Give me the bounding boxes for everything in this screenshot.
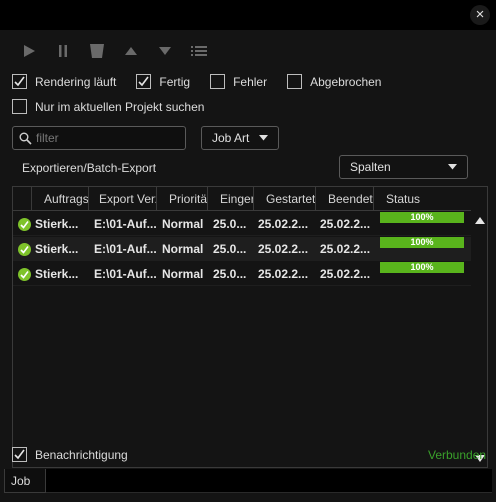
notification-row: Benachrichtigung: [12, 447, 148, 462]
priority-cell: Normal: [162, 241, 204, 256]
started-cell: 25.02.2...: [258, 266, 309, 281]
current-project-checkbox[interactable]: [12, 99, 27, 114]
job-type-dropdown[interactable]: Job Art: [201, 126, 279, 150]
column-header-name[interactable]: Auftrags: [32, 187, 89, 211]
trash-icon: [90, 44, 104, 58]
rendering-checkbox[interactable]: [12, 74, 27, 89]
search-icon: [19, 132, 32, 145]
command-field[interactable]: [46, 469, 492, 493]
move-up-icon: [125, 47, 137, 55]
checkmark-icon: [138, 76, 150, 87]
status-cell: [13, 237, 32, 261]
abgebrochen-label: Abgebrochen: [310, 74, 382, 89]
connection-status: Verbunden: [428, 448, 487, 462]
vertical-scrollbar[interactable]: [473, 211, 487, 467]
export-dir-cell: E:\01-Auf...: [94, 241, 157, 256]
column-header-submitted[interactable]: Einger: [208, 187, 254, 211]
play-icon: [24, 45, 35, 57]
started-cell: 25.02.2...: [258, 241, 309, 256]
table-row[interactable]: Stierk... E:\01-Auf... Normal 25.0... 25…: [13, 236, 471, 261]
progress-cell: 100%: [374, 261, 471, 286]
fertig-label: Fertig: [159, 74, 191, 89]
priority-cell: Normal: [162, 216, 204, 231]
title-bar: ×: [0, 0, 496, 30]
close-icon: ×: [475, 6, 485, 23]
fertig-checkbox[interactable]: [136, 74, 152, 89]
export-dir-cell: E:\01-Auf...: [94, 266, 157, 281]
status-cell: [13, 262, 32, 286]
bottom-bar: Job: [0, 469, 496, 502]
project-filter-row: Nur im aktuellen Projekt suchen: [12, 99, 224, 114]
column-header-priority[interactable]: Prioritä: [157, 187, 208, 211]
job-name-cell: Stierk...: [35, 216, 79, 231]
checkmark-icon: [14, 76, 25, 87]
list-button[interactable]: [182, 40, 216, 62]
columns-dropdown[interactable]: Spalten: [339, 155, 468, 179]
chevron-down-icon: [259, 135, 268, 141]
search-box: [12, 126, 186, 150]
job-type-label: Job Art: [212, 131, 250, 145]
table-row[interactable]: Stierk... E:\01-Auf... Normal 25.0... 25…: [13, 261, 471, 286]
priority-cell: Normal: [162, 266, 204, 281]
progress-bar: 100%: [380, 236, 464, 248]
move-down-button[interactable]: [148, 40, 182, 62]
check-circle-icon: [18, 267, 31, 281]
search-input[interactable]: [36, 131, 176, 145]
submitted-cell: 25.0...: [213, 266, 247, 281]
play-button[interactable]: [12, 40, 46, 62]
submitted-cell: 25.0...: [213, 216, 247, 231]
job-name-cell: Stierk...: [35, 266, 79, 281]
columns-label: Spalten: [350, 160, 391, 174]
abgebrochen-checkbox[interactable]: [287, 74, 303, 89]
tab-job[interactable]: Job: [4, 469, 46, 493]
section-title: Exportieren/Batch-Export: [22, 161, 157, 175]
check-circle-icon: [18, 242, 31, 256]
column-header-icon[interactable]: [13, 187, 32, 211]
pause-icon: [59, 45, 67, 57]
fehler-label: Fehler: [233, 74, 268, 89]
move-up-button[interactable]: [114, 40, 148, 62]
table-row[interactable]: Stierk... E:\01-Auf... Normal 25.0... 25…: [13, 211, 471, 236]
progress-bar: 100%: [380, 211, 464, 223]
move-down-icon: [159, 47, 171, 55]
progress-cell: 100%: [374, 211, 471, 236]
progress-bar: 100%: [380, 261, 464, 273]
status-filter-row: Rendering läuft Fertig Fehler Abgebroche…: [12, 74, 401, 89]
render-queue-panel: Rendering läuft Fertig Fehler Abgebroche…: [0, 30, 496, 502]
submitted-cell: 25.0...: [213, 241, 247, 256]
progress-cell: 100%: [374, 236, 471, 261]
ended-cell: 25.02.2...: [320, 266, 371, 281]
column-header-ended[interactable]: Beendet: [316, 187, 374, 211]
column-header-status[interactable]: Status: [374, 187, 471, 211]
status-cell: [13, 212, 32, 236]
close-button[interactable]: ×: [470, 5, 490, 25]
check-circle-icon: [18, 217, 31, 231]
ended-cell: 25.02.2...: [320, 216, 371, 231]
job-table: Auftrags Export Verz Prioritä Einger Ges…: [12, 186, 488, 468]
chevron-down-icon: [448, 164, 457, 170]
column-header-export-dir[interactable]: Export Verz: [89, 187, 157, 211]
current-project-label: Nur im aktuellen Projekt suchen: [35, 99, 205, 114]
checkmark-icon: [14, 449, 25, 460]
pause-button[interactable]: [46, 40, 80, 62]
rendering-label: Rendering läuft: [35, 74, 117, 89]
job-name-cell: Stierk...: [35, 241, 79, 256]
column-header-started[interactable]: Gestartet: [254, 187, 316, 211]
ended-cell: 25.02.2...: [320, 241, 371, 256]
export-dir-cell: E:\01-Auf...: [94, 216, 157, 231]
notification-checkbox[interactable]: [12, 447, 27, 462]
started-cell: 25.02.2...: [258, 216, 309, 231]
toolbar: [12, 40, 216, 62]
list-icon: [191, 46, 207, 56]
scroll-up-icon[interactable]: [475, 217, 485, 224]
fehler-checkbox[interactable]: [210, 74, 226, 89]
delete-button[interactable]: [80, 40, 114, 62]
table-header: Auftrags Export Verz Prioritä Einger Ges…: [13, 187, 471, 211]
notification-label: Benachrichtigung: [35, 447, 128, 462]
